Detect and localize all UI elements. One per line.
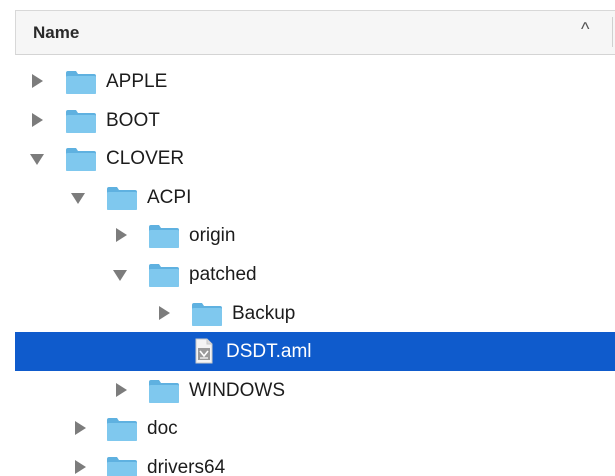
- tree-row-label: Backup: [232, 302, 296, 324]
- folder-icon: [107, 418, 137, 442]
- folder-icon: [149, 263, 179, 287]
- column-header-label: Name: [33, 23, 80, 42]
- disclosure-collapsed-icon[interactable]: [75, 459, 86, 474]
- tree-row-windows[interactable]: WINDOWS: [15, 371, 615, 410]
- tree-row-clover[interactable]: CLOVER: [15, 139, 615, 178]
- tree-row-doc[interactable]: doc: [15, 409, 615, 448]
- tree-row-label: doc: [147, 418, 178, 440]
- folder-icon: [107, 456, 137, 476]
- folder-icon: [66, 71, 96, 94]
- tree-row-label: BOOT: [106, 109, 160, 131]
- disclosure-expanded-icon[interactable]: [113, 269, 127, 281]
- tree-row-dsdt-aml[interactable]: DSDT.aml: [15, 332, 615, 371]
- tree-row-label: APPLE: [106, 71, 168, 92]
- sort-ascending-icon[interactable]: ^: [581, 19, 589, 40]
- folder-icon: [149, 379, 179, 403]
- tree-row-boot[interactable]: BOOT: [15, 101, 615, 140]
- disclosure-expanded-icon[interactable]: [71, 192, 85, 204]
- folder-icon: [66, 148, 96, 172]
- folder-icon: [149, 225, 179, 249]
- disclosure-collapsed-icon[interactable]: [32, 74, 43, 88]
- document-icon: [195, 338, 213, 364]
- tree-row-acpi[interactable]: ACPI: [15, 178, 615, 217]
- folder-icon: [107, 186, 137, 210]
- file-tree: APPLE BOOT CLOVER ACPI origin patched Ba…: [15, 62, 615, 476]
- tree-row-apple[interactable]: APPLE: [15, 62, 615, 101]
- folder-icon: [192, 302, 222, 326]
- disclosure-collapsed-icon[interactable]: [159, 305, 170, 320]
- tree-row-label: CLOVER: [106, 148, 185, 170]
- disclosure-collapsed-icon[interactable]: [75, 421, 86, 436]
- tree-row-origin[interactable]: origin: [15, 216, 615, 255]
- tree-row-label: drivers64: [147, 456, 226, 476]
- tree-row-label: origin: [189, 225, 236, 247]
- tree-row-label: WINDOWS: [189, 379, 286, 401]
- column-header-name[interactable]: Name ^: [15, 10, 615, 55]
- tree-row-label: ACPI: [147, 186, 192, 208]
- finder-list-view: Name ^ APPLE BOOT CLOVER ACPI origin pat…: [0, 0, 615, 476]
- folder-icon: [66, 109, 96, 133]
- tree-row-label: DSDT.aml: [226, 341, 312, 363]
- disclosure-collapsed-icon[interactable]: [116, 382, 127, 397]
- disclosure-collapsed-icon[interactable]: [116, 228, 127, 243]
- disclosure-expanded-icon[interactable]: [30, 154, 44, 166]
- tree-row-drivers64[interactable]: drivers64: [15, 448, 615, 476]
- tree-row-label: patched: [189, 263, 257, 285]
- column-divider[interactable]: [612, 17, 613, 47]
- tree-row-backup[interactable]: Backup: [15, 294, 615, 333]
- disclosure-collapsed-icon[interactable]: [32, 112, 43, 127]
- tree-row-patched[interactable]: patched: [15, 255, 615, 294]
